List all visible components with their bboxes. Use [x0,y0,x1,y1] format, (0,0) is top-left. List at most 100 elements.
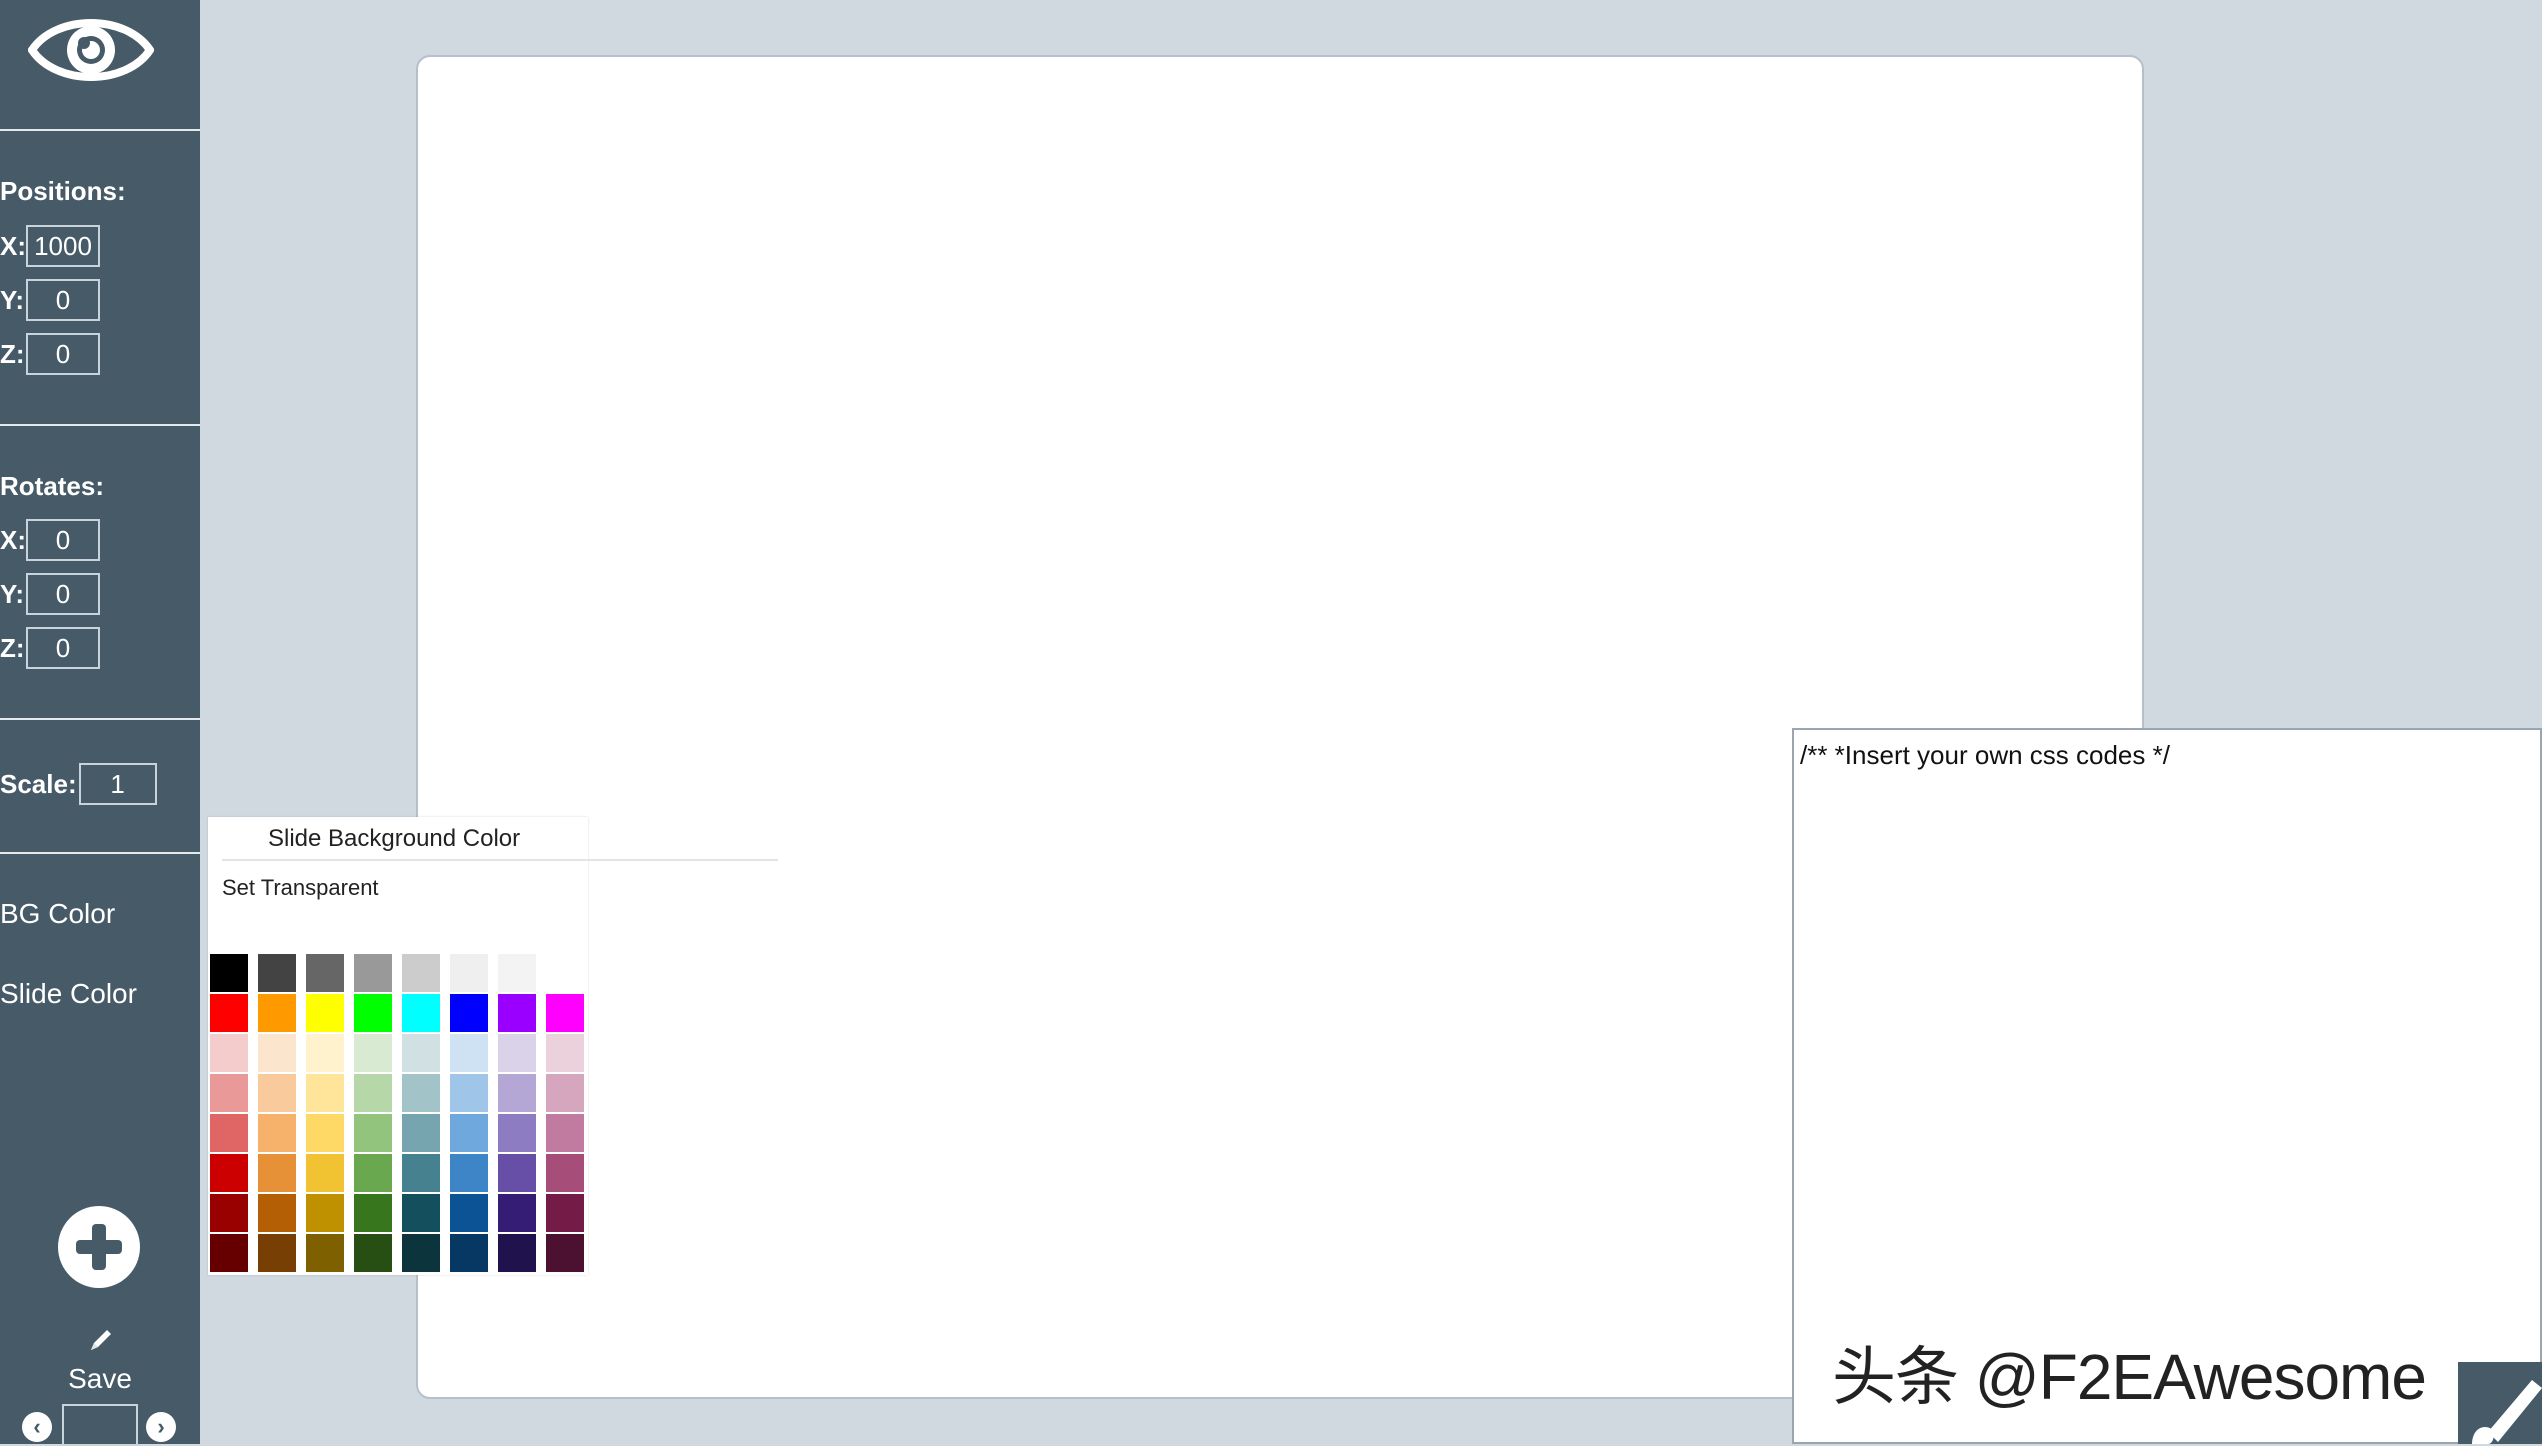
color-swatch[interactable] [306,1154,344,1192]
color-swatch[interactable] [498,994,536,1032]
add-slide-button[interactable] [58,1206,140,1288]
color-swatch[interactable] [354,1154,392,1192]
position-z-label: Z: [0,338,25,369]
color-swatch[interactable] [354,994,392,1032]
color-swatch[interactable] [498,1114,536,1152]
color-swatch[interactable] [354,1194,392,1232]
color-swatch[interactable] [402,1034,440,1072]
pencil-icon [91,1330,111,1350]
brush-corner-button[interactable] [2458,1362,2542,1444]
color-swatch[interactable] [402,1114,440,1152]
position-y-label: Y: [0,284,25,315]
color-picker-title: Slide Background Color [268,825,521,852]
color-swatch[interactable] [210,1114,248,1152]
color-swatch[interactable] [306,994,344,1032]
color-swatch[interactable] [450,1234,488,1272]
color-swatch[interactable] [210,1034,248,1072]
position-y-input[interactable] [26,279,100,321]
color-swatch[interactable] [402,1234,440,1272]
color-swatch[interactable] [402,994,440,1032]
positions-heading: Positions: [0,176,126,206]
color-swatch[interactable] [450,1034,488,1072]
color-swatch[interactable] [546,1194,584,1232]
rotate-x-label: X: [0,524,26,555]
color-swatch[interactable] [546,994,584,1032]
color-swatch[interactable] [546,954,584,992]
color-swatch[interactable] [258,994,296,1032]
color-swatch[interactable] [306,1114,344,1152]
color-swatch[interactable] [450,1114,488,1152]
slide-number-input[interactable] [62,1404,138,1446]
rotate-x-input[interactable] [26,519,100,561]
color-swatch[interactable] [258,1114,296,1152]
sidebar: Positions: X: Y: Z: Rotates: X: Y: Z: Sc… [0,0,200,1446]
color-swatch[interactable] [450,994,488,1032]
position-x-row: X: [0,222,100,270]
color-swatch[interactable] [498,1154,536,1192]
rotate-y-input[interactable] [26,573,100,615]
color-swatch[interactable] [210,1074,248,1112]
color-swatch[interactable] [498,1074,536,1112]
color-swatch[interactable] [498,954,536,992]
color-swatch[interactable] [306,954,344,992]
set-transparent-button[interactable]: Set Transparent [222,875,379,901]
color-swatch[interactable] [546,1074,584,1112]
sidebar-divider [0,852,200,854]
position-z-input[interactable] [26,333,100,375]
color-swatch[interactable] [258,1194,296,1232]
color-swatch[interactable] [450,1074,488,1112]
save-label: Save [68,1363,132,1394]
next-slide-button[interactable]: › [146,1412,176,1442]
color-swatch[interactable] [210,1154,248,1192]
rotate-y-row: Y: [0,570,100,618]
color-swatch[interactable] [354,1034,392,1072]
color-swatch[interactable] [258,1234,296,1272]
position-y-row: Y: [0,276,100,324]
color-swatch[interactable] [306,1234,344,1272]
scale-input[interactable] [78,763,157,805]
rotate-y-label: Y: [0,578,25,609]
position-x-input[interactable] [26,225,100,267]
position-x-label: X: [0,230,26,261]
position-z-row: Z: [0,330,100,378]
color-swatch[interactable] [210,954,248,992]
color-swatch[interactable] [546,1034,584,1072]
eye-icon[interactable] [28,10,154,90]
color-swatch[interactable] [210,1234,248,1272]
color-swatch[interactable] [450,1154,488,1192]
color-swatch[interactable] [498,1234,536,1272]
color-swatch[interactable] [402,1074,440,1112]
color-swatch[interactable] [354,954,392,992]
rotates-heading: Rotates: [0,471,105,501]
color-swatch[interactable] [306,1194,344,1232]
previous-slide-button[interactable]: ‹ [22,1412,52,1442]
color-swatch[interactable] [546,1114,584,1152]
color-swatch[interactable] [402,1154,440,1192]
color-swatch[interactable] [306,1034,344,1072]
color-swatch[interactable] [402,1194,440,1232]
color-swatch[interactable] [258,1074,296,1112]
color-swatch[interactable] [306,1074,344,1112]
watermark: 头条 @F2EAwesome [1832,1341,2427,1413]
color-swatch[interactable] [210,1194,248,1232]
color-swatch[interactable] [498,1034,536,1072]
color-swatch[interactable] [546,1234,584,1272]
sidebar-divider [0,129,200,131]
color-swatch[interactable] [258,954,296,992]
rotate-z-input[interactable] [26,627,100,669]
color-swatch[interactable] [450,954,488,992]
color-swatch[interactable] [258,1034,296,1072]
color-swatch[interactable] [354,1234,392,1272]
color-swatch[interactable] [354,1074,392,1112]
color-swatch[interactable] [210,994,248,1032]
bg-color-button[interactable]: BG Color [0,898,115,930]
save-button[interactable]: Save [0,1326,200,1395]
color-swatch[interactable] [354,1114,392,1152]
color-swatch[interactable] [402,954,440,992]
color-swatch[interactable] [546,1154,584,1192]
color-swatch[interactable] [450,1194,488,1232]
slide-color-button[interactable]: Slide Color [0,978,137,1010]
color-picker-divider [222,859,778,861]
color-swatch[interactable] [258,1154,296,1192]
color-swatch[interactable] [498,1194,536,1232]
